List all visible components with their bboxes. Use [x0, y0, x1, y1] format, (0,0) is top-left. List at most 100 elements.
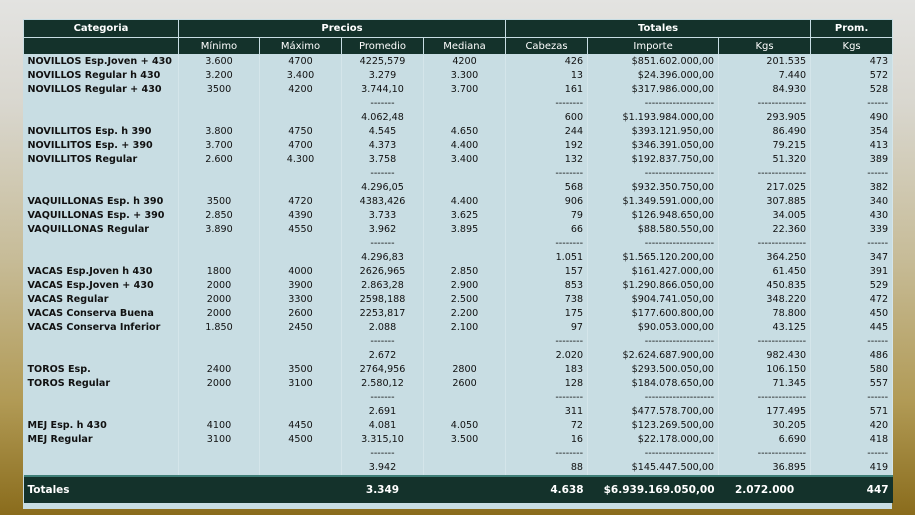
cell-minimo — [178, 237, 260, 251]
cell-categoria — [23, 447, 179, 461]
cell-prom-kgs: 557 — [810, 377, 894, 391]
cell-prom-kgs: 571 — [810, 405, 894, 419]
cell-kgs: 7.440 — [718, 69, 812, 83]
cell-prom-kgs: ------ — [810, 237, 894, 251]
cell-kgs: 106.150 — [718, 363, 812, 377]
cell-kgs: -------------- — [718, 167, 812, 181]
cell-cabezas: 600 — [505, 111, 589, 125]
cell-promedio: 2626,965 — [341, 265, 424, 279]
cell-promedio: ------- — [341, 97, 424, 111]
cell-prom-kgs: 420 — [810, 419, 894, 433]
cell-mediana — [423, 97, 507, 111]
cell-kgs: 293.905 — [718, 111, 812, 125]
cell-cabezas: 1.051 — [505, 251, 589, 265]
cell-minimo: 1800 — [178, 265, 260, 279]
cell-importe: -------------------- — [587, 335, 720, 349]
cell-prom-kgs: 472 — [810, 293, 894, 307]
table-row: VAQUILLONAS Esp. + 390 2.850 4390 3.733 3.62… — [23, 209, 894, 223]
cell-promedio: 4.373 — [341, 139, 424, 153]
cell-categoria — [23, 167, 179, 181]
cell-categoria: VACAS Conserva Buena — [23, 307, 179, 321]
cell-promedio: 2.691 — [341, 405, 424, 419]
cell-mediana: 3.625 — [423, 209, 507, 223]
cell-maximo: 4.300 — [259, 153, 342, 167]
cell-cabezas: 157 — [505, 265, 589, 279]
cell-mediana: 2800 — [423, 363, 507, 377]
cell-mediana: 3.700 — [423, 83, 507, 97]
cell-promedio: 2764,956 — [341, 363, 424, 377]
cell-kgs: 307.885 — [718, 195, 812, 209]
cell-prom-kgs: 528 — [810, 83, 894, 97]
cell-categoria: NOVILLITOS Esp. + 390 — [23, 139, 179, 153]
totals-importe: $6.939.169.050,00 — [587, 475, 719, 503]
price-table: Categoria Precios Totales Prom. Mínimo M… — [23, 19, 894, 503]
cell-cabezas: -------- — [505, 97, 589, 111]
cell-minimo: 2400 — [178, 363, 260, 377]
cell-minimo — [178, 111, 260, 125]
table-row: NOVILLITOS Esp. h 390 3.800 4750 4.545 4.650… — [23, 125, 894, 139]
cell-categoria: MEJ Esp. h 430 — [23, 419, 179, 433]
cell-cabezas: -------- — [505, 335, 589, 349]
cell-categoria: NOVILLOS Regular h 430 — [23, 69, 179, 83]
cell-categoria — [23, 405, 179, 419]
cell-prom-kgs: 529 — [810, 279, 894, 293]
cell-mediana — [423, 251, 507, 265]
cell-categoria: VACAS Conserva Inferior — [23, 321, 179, 335]
table-row: 4.296,05 568 $932.350.750,00 217.025 382 — [23, 181, 894, 195]
cell-cabezas: -------- — [505, 167, 589, 181]
cell-minimo — [178, 461, 260, 476]
cell-importe: $90.053.000,00 — [587, 321, 720, 335]
cell-categoria: VAQUILLONAS Regular — [23, 223, 179, 237]
table-row: ------- -------- -------------------- -----… — [23, 167, 894, 181]
table-row: NOVILLOS Esp.Joven + 430 3.600 4700 4225,57… — [23, 54, 894, 69]
cell-minimo: 3.800 — [178, 125, 260, 139]
cell-mediana — [423, 405, 507, 419]
cell-kgs: 84.930 — [718, 83, 812, 97]
cell-importe: $24.396.000,00 — [587, 69, 720, 83]
cell-maximo — [259, 335, 342, 349]
cell-categoria — [23, 181, 179, 195]
cell-importe: $317.986.000,00 — [587, 83, 720, 97]
cell-mediana: 3.300 — [423, 69, 507, 83]
cell-mediana: 4.400 — [423, 139, 507, 153]
cell-categoria: NOVILLOS Regular + 430 — [23, 83, 179, 97]
cell-maximo: 4500 — [259, 433, 342, 447]
cell-categoria: VACAS Esp.Joven h 430 — [23, 265, 179, 279]
header-cabezas: Cabezas — [505, 37, 589, 55]
cell-minimo — [178, 167, 260, 181]
cell-maximo: 3100 — [259, 377, 342, 391]
cell-maximo: 4720 — [259, 195, 342, 209]
cell-kgs: 201.535 — [718, 54, 812, 69]
table-row: TOROS Regular 2000 3100 2.580,12 2600 128 $184… — [23, 377, 894, 391]
cell-promedio: ------- — [341, 391, 424, 405]
cell-minimo: 2.600 — [178, 153, 260, 167]
cell-mediana — [423, 335, 507, 349]
cell-maximo: 4390 — [259, 209, 342, 223]
cell-minimo: 3500 — [178, 195, 260, 209]
header-row-groups: Categoria Precios Totales Prom. — [23, 19, 894, 38]
cell-maximo — [259, 461, 342, 476]
cell-promedio: 3.733 — [341, 209, 424, 223]
header-totales: Totales — [505, 19, 812, 38]
cell-maximo: 4700 — [259, 139, 342, 153]
cell-categoria — [23, 237, 179, 251]
cell-minimo — [178, 97, 260, 111]
header-empty — [23, 37, 179, 55]
cell-minimo: 2.850 — [178, 209, 260, 223]
cell-prom-kgs: 382 — [810, 181, 894, 195]
cell-categoria: TOROS Regular — [23, 377, 179, 391]
cell-categoria: NOVILLITOS Esp. h 390 — [23, 125, 179, 139]
cell-prom-kgs: ------ — [810, 97, 894, 111]
table-row: ------- -------- -------------------- -----… — [23, 391, 894, 405]
cell-kgs: -------------- — [718, 335, 812, 349]
cell-promedio: 3.758 — [341, 153, 424, 167]
table-row: VACAS Esp.Joven h 430 1800 4000 2626,965 2.8… — [23, 265, 894, 279]
cell-mediana: 3.400 — [423, 153, 507, 167]
cell-maximo: 4200 — [259, 83, 342, 97]
cell-kgs: 22.360 — [718, 223, 812, 237]
cell-importe: $192.837.750,00 — [587, 153, 720, 167]
cell-mediana: 2.100 — [423, 321, 507, 335]
cell-prom-kgs: 339 — [810, 223, 894, 237]
cell-categoria — [23, 335, 179, 349]
cell-kgs: 217.025 — [718, 181, 812, 195]
